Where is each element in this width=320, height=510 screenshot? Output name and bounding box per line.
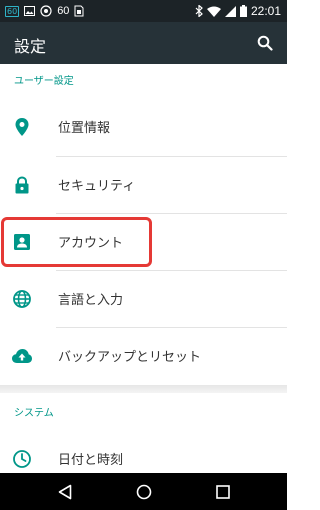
- app-icon: [40, 5, 52, 17]
- settings-item-label: 言語と入力: [58, 293, 124, 308]
- back-icon: [58, 484, 72, 500]
- status-time: 22:01: [250, 4, 281, 18]
- section-header-system: システム: [14, 408, 54, 419]
- highlight-box: [1, 217, 152, 267]
- back-button[interactable]: [53, 481, 77, 503]
- search-button[interactable]: [253, 31, 277, 55]
- section-header-user-settings: ユーザー設定: [14, 76, 74, 87]
- home-button[interactable]: [132, 481, 156, 503]
- bluetooth-icon: [195, 5, 203, 17]
- search-icon: [257, 35, 273, 51]
- location-icon: [12, 117, 32, 137]
- settings-item-backup-reset[interactable]: バックアップとリセット: [0, 328, 287, 385]
- home-icon: [136, 484, 152, 500]
- settings-item-language-input[interactable]: 言語と入力: [0, 271, 287, 328]
- settings-item-location[interactable]: 位置情報: [0, 99, 287, 156]
- settings-item-security[interactable]: セキュリティ: [0, 157, 287, 214]
- recents-icon: [216, 485, 230, 499]
- sim-icon: [74, 5, 84, 17]
- recents-button[interactable]: [211, 481, 235, 503]
- settings-item-label: バックアップとリセット: [58, 350, 202, 365]
- lock-icon: [12, 175, 32, 195]
- cloud-upload-icon: [12, 346, 32, 366]
- network-badge-icon: 60: [5, 5, 20, 17]
- status-number: 60: [57, 5, 70, 17]
- wifi-icon: [206, 6, 221, 17]
- settings-item-label: セキュリティ: [58, 179, 136, 194]
- globe-icon: [12, 289, 32, 309]
- status-bar: 60 60 22:01: [0, 0, 287, 22]
- image-icon: [24, 6, 36, 16]
- signal-icon: [224, 5, 236, 17]
- settings-item-label: 位置情報: [58, 121, 111, 136]
- battery-icon: [239, 5, 247, 17]
- section-divider: [0, 385, 287, 393]
- page-title: 設定: [14, 37, 47, 56]
- clock-icon: [12, 449, 32, 469]
- navigation-bar: [0, 473, 287, 510]
- settings-item-label: 日付と時刻: [58, 453, 124, 468]
- app-bar: 設定: [0, 22, 287, 64]
